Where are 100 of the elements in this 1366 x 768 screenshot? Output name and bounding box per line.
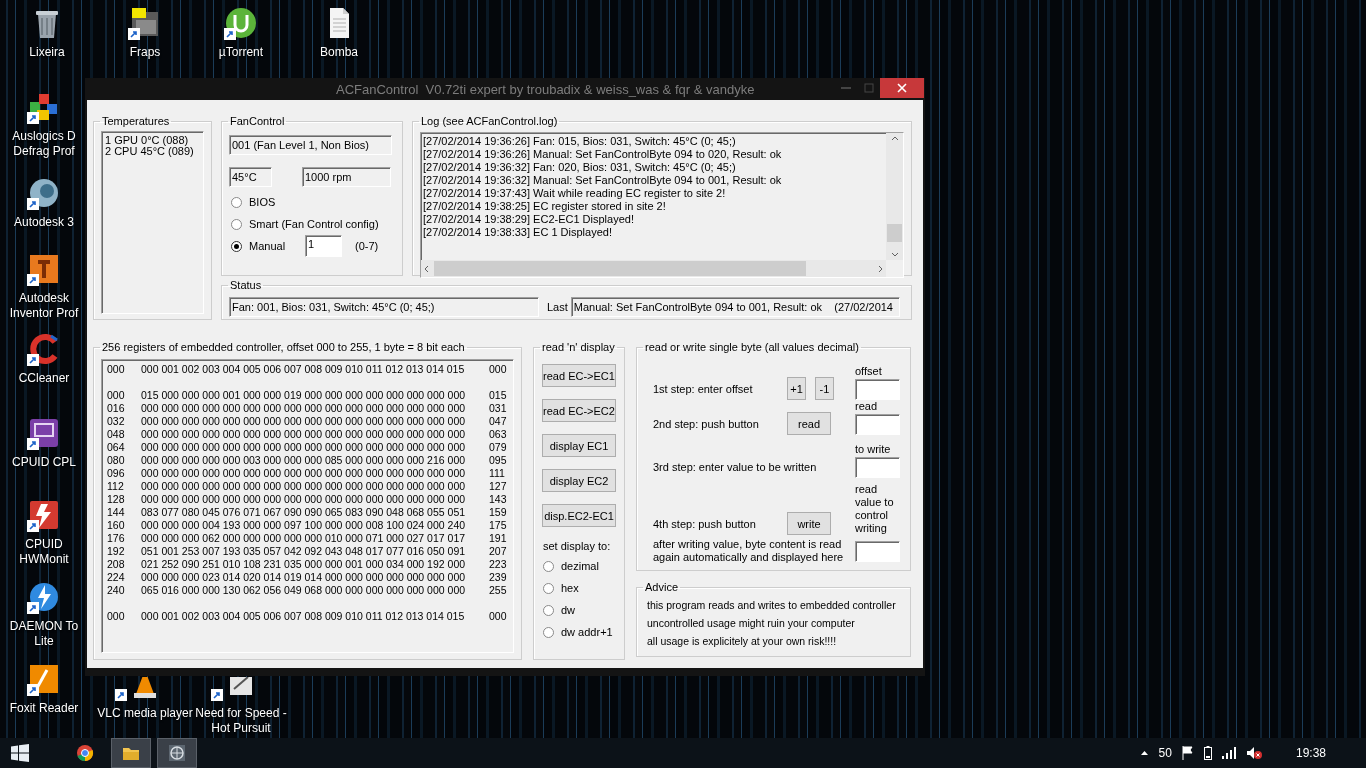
desktop-icon-label[interactable]: Autodesk Inventor Prof — [9, 291, 79, 321]
register-values: 000 000 000 062 000 000 000 000 000 010 000 071 000 027 017 017 — [141, 532, 467, 545]
radio-label[interactable]: hex — [561, 582, 579, 594]
muted-speaker-icon[interactable] — [1245, 746, 1262, 760]
scrollbar-thumb[interactable] — [887, 224, 902, 242]
row-end-offset: 111 — [489, 467, 506, 480]
register-values: 065 016 000 000 130 062 056 049 068 000 000 000 000 000 000 000 — [141, 584, 467, 597]
action-button[interactable]: read EC->EC2 — [542, 399, 616, 422]
advice-text: all usage is explicitely at your own risk!!!! — [647, 634, 838, 649]
app-icon[interactable] — [27, 416, 61, 450]
log-line: [27/02/2014 19:36:26] Fan: 015, Bios: 031, Switch: 45°C (0; 45;) — [423, 135, 737, 148]
register-values: 000 000 000 000 000 000 000 000 000 000 000 000 000 000 000 000 — [141, 480, 467, 493]
mode-field: 001 (Fan Level 1, Non Bios) — [229, 135, 392, 155]
desktop-icon-label[interactable]: CPUID CPL — [12, 455, 76, 470]
caret-icon[interactable] — [1139, 750, 1149, 756]
horizontal-scrollbar[interactable] — [421, 260, 886, 277]
radio-label[interactable]: dw — [561, 604, 576, 616]
signal-icon[interactable] — [1221, 747, 1236, 759]
close-button[interactable] — [880, 78, 924, 98]
level-input[interactable]: 1 — [305, 235, 342, 257]
app-icon[interactable] — [27, 176, 61, 210]
step-button[interactable]: -1 — [815, 377, 834, 400]
desktop-icon-label[interactable]: DAEMON To Lite — [9, 619, 79, 649]
radio-button[interactable] — [543, 582, 554, 594]
clock[interactable]: 19:38 — [1295, 746, 1326, 760]
desktop-icon-label[interactable]: CPUID HWMonit — [19, 537, 69, 567]
scrollbar-thumb[interactable] — [434, 261, 806, 276]
app-icon[interactable] — [27, 252, 61, 286]
vertical-scrollbar[interactable] — [886, 133, 903, 260]
register-values: 000 001 002 003 004 005 006 007 008 009 010 011 012 013 014 015 — [141, 610, 466, 623]
log-line: [27/02/2014 19:38:33] EC 1 Displayed! — [423, 226, 613, 239]
step-text: 3rd step: enter value to be written — [653, 461, 818, 475]
log-line: [27/02/2014 19:38:25] EC register stored in site 2! — [423, 200, 667, 213]
register-values: 000 000 000 004 193 000 000 097 100 000 000 008 100 024 000 240 — [141, 519, 467, 532]
action-button[interactable]: disp.EC2-EC1 — [542, 504, 616, 527]
step-text: 2nd step: push button — [653, 418, 760, 432]
tray-text[interactable]: 50 — [1158, 746, 1172, 760]
desktop-icon-label[interactable]: VLC media player — [97, 706, 193, 721]
battery-icon[interactable] — [1203, 746, 1212, 760]
desktop-icon-label[interactable]: Auslogics D Defrag Prof — [12, 129, 76, 159]
desktop-icon-label[interactable]: Autodesk 3 — [13, 215, 74, 230]
flag-icon[interactable] — [1181, 746, 1194, 760]
close-icon — [897, 83, 907, 93]
list-item[interactable]: 1 GPU 0°C (088) — [104, 135, 201, 146]
register-values: 000 000 000 000 000 000 000 000 000 000 000 000 000 000 000 000 — [141, 428, 467, 441]
row-offset: 000 — [107, 363, 126, 376]
desktop-icon-label[interactable]: Need for Speed - Hot Pursuit — [195, 706, 287, 736]
radio-button[interactable] — [543, 604, 554, 616]
radio-label[interactable]: Smart (Fan Control config) — [249, 218, 379, 230]
row-offset: 096 — [107, 467, 126, 480]
radio-button[interactable] — [543, 560, 554, 572]
app-icon[interactable] — [27, 498, 61, 532]
radio-label[interactable]: Manual — [249, 240, 305, 252]
radio-label[interactable]: dw addr+1 — [561, 626, 613, 638]
row-offset: 192 — [107, 545, 126, 558]
input-field[interactable] — [855, 457, 900, 478]
radio-button[interactable] — [231, 240, 242, 252]
app-icon[interactable] — [27, 580, 61, 614]
taskbar-app[interactable] — [111, 738, 151, 768]
desktop-icon-label[interactable]: Foxit Reader — [9, 701, 79, 716]
radio-button[interactable] — [231, 218, 242, 230]
list-item[interactable]: 2 CPU 45°C (089) — [104, 146, 201, 157]
input-field[interactable] — [855, 541, 900, 562]
radio-label[interactable]: BIOS — [249, 196, 276, 208]
advice-text: uncontrolled usage might ruin your computer — [647, 616, 856, 631]
panel-title: FanControl — [229, 115, 286, 128]
action-button[interactable]: read EC->EC1 — [542, 364, 616, 387]
step-button[interactable]: read — [787, 412, 831, 435]
step-button[interactable]: write — [787, 512, 831, 535]
action-button[interactable]: display EC2 — [542, 469, 616, 492]
taskbar-app[interactable] — [157, 738, 197, 768]
step-button[interactable]: +1 — [787, 377, 806, 400]
row-offset: 128 — [107, 493, 126, 506]
input-field[interactable] — [855, 379, 900, 400]
field-label: offset — [855, 365, 883, 378]
row-end-offset: 159 — [489, 506, 508, 519]
row-offset: 208 — [107, 558, 126, 571]
start-button[interactable] — [11, 744, 29, 762]
input-field[interactable] — [855, 414, 900, 435]
action-button[interactable]: display EC1 — [542, 434, 616, 457]
row-end-offset: 047 — [489, 415, 508, 428]
desktop-icon-label[interactable]: Fraps — [129, 45, 161, 60]
radio-button[interactable] — [543, 626, 554, 638]
app-icon[interactable] — [27, 662, 61, 696]
field-label: read — [855, 400, 879, 413]
row-end-offset: 015 — [489, 389, 508, 402]
desktop-icon-label[interactable]: µTorrent — [218, 45, 264, 60]
radio-button[interactable] — [231, 196, 242, 208]
row-offset: 016 — [107, 402, 126, 415]
row-end-offset: 031 — [489, 402, 508, 415]
row-offset: 144 — [107, 506, 126, 519]
panel-title: Temperatures — [101, 115, 171, 128]
row-offset: 000 — [107, 389, 126, 402]
desktop-icon-label[interactable]: Lixeira — [29, 45, 65, 60]
panel-title: Advice — [644, 581, 680, 594]
desktop-icon-label[interactable]: Bomba — [320, 45, 358, 60]
radio-label[interactable]: dezimal — [561, 560, 599, 572]
panel-title: read 'n' display — [541, 341, 616, 354]
row-end-offset: 079 — [489, 441, 508, 454]
desktop-icon-label[interactable]: CCleaner — [18, 371, 70, 386]
